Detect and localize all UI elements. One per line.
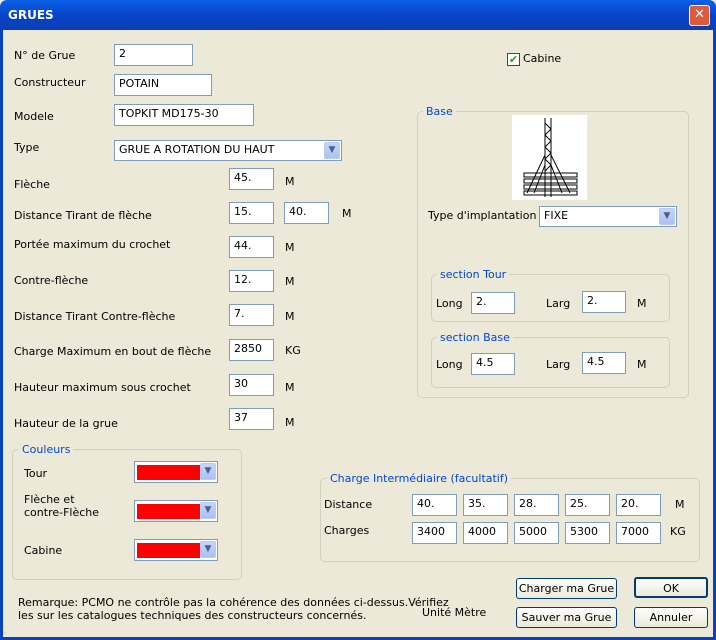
- crane-number-input[interactable]: 2: [114, 44, 193, 66]
- save-crane-button[interactable]: Sauver ma Grue: [516, 607, 617, 628]
- tower-section-unit: M: [637, 297, 647, 310]
- cancel-button[interactable]: Annuler: [634, 607, 708, 628]
- chevron-down-icon[interactable]: ▼: [200, 463, 216, 480]
- tip-load-input[interactable]: 2850: [229, 339, 274, 361]
- remark-line-1: Remarque: PCMO ne contrôle pas la cohére…: [18, 596, 449, 609]
- base-group-title: Base: [423, 105, 456, 118]
- tower-long-input[interactable]: 2.: [471, 292, 515, 314]
- title-bar: [0, 0, 716, 30]
- charges-unit: KG: [670, 525, 686, 538]
- type-select[interactable]: GRUE A ROTATION DU HAUT ▼: [114, 140, 342, 161]
- jib-tie-label: Distance Tirant de flèche: [14, 209, 152, 222]
- intermediate-load-title: Charge Intermédiaire (facultatif): [327, 472, 512, 485]
- crane-height-unit: M: [285, 416, 295, 429]
- type-select-value: GRUE A ROTATION DU HAUT: [119, 143, 275, 156]
- chevron-down-icon[interactable]: ▼: [659, 208, 675, 225]
- cabin-color-swatch: [137, 543, 200, 558]
- tower-long-label: Long: [436, 297, 463, 310]
- chevron-down-icon[interactable]: ▼: [200, 502, 216, 519]
- implant-type-value: FIXE: [544, 209, 569, 222]
- jib-tie-unit: M: [342, 207, 352, 220]
- base-section-unit: M: [637, 358, 647, 371]
- crane-number-label: N° de Grue: [14, 49, 76, 62]
- base-larg-input[interactable]: 4.5: [582, 352, 626, 374]
- chevron-down-icon[interactable]: ▼: [200, 541, 216, 558]
- type-label: Type: [14, 141, 40, 154]
- ok-button[interactable]: OK: [634, 577, 708, 598]
- model-input[interactable]: TOPKIT MD175-30: [114, 104, 254, 126]
- reach-input[interactable]: 44.: [229, 236, 274, 258]
- colors-group-title: Couleurs: [19, 443, 74, 456]
- tip-load-label: Charge Maximum en bout de flèche: [14, 345, 212, 358]
- cabin-color-select[interactable]: ▼: [134, 539, 218, 561]
- jib-label: Flèche: [14, 178, 50, 191]
- distance-unit: M: [675, 498, 685, 511]
- tip-load-unit: KG: [285, 344, 301, 357]
- base-larg-label: Larg: [546, 358, 571, 371]
- base-section-title: section Base: [437, 331, 513, 344]
- charge-input-2[interactable]: 4000: [463, 522, 508, 544]
- maker-label: Constructeur: [14, 76, 86, 89]
- unit-text: Unité Mètre: [422, 606, 487, 619]
- chevron-down-icon[interactable]: ▼: [324, 142, 340, 159]
- cabin-color-label: Cabine: [24, 544, 63, 557]
- cabin-checkbox-label: Cabine: [523, 52, 562, 65]
- jib-tie-input-1[interactable]: 15.: [229, 202, 274, 224]
- close-button[interactable]: ✕: [689, 5, 710, 26]
- jib-unit: M: [285, 175, 295, 188]
- checkmark-icon: ✔: [508, 53, 519, 66]
- crane-height-label: Hauteur de la grue: [14, 417, 118, 430]
- crane-base-image: [512, 115, 587, 200]
- hook-height-unit: M: [285, 381, 295, 394]
- charge-input-3[interactable]: 5000: [514, 522, 559, 544]
- counter-jib-unit: M: [285, 275, 295, 288]
- tower-color-label: Tour: [24, 467, 48, 480]
- maker-input[interactable]: POTAIN: [114, 74, 212, 96]
- tower-section-title: section Tour: [437, 268, 510, 281]
- remark-line-2: les sur les catalogues techniques des co…: [18, 609, 367, 622]
- model-label: Modele: [14, 110, 54, 123]
- jib-color-select[interactable]: ▼: [134, 500, 218, 522]
- tower-color-swatch: [137, 465, 200, 480]
- window-title: GRUES: [8, 8, 54, 22]
- charge-input-4[interactable]: 5300: [565, 522, 610, 544]
- cabin-checkbox[interactable]: ✔: [507, 53, 520, 66]
- distance-input-1[interactable]: 40.: [412, 494, 457, 516]
- jib-input[interactable]: 45.: [229, 168, 274, 190]
- counter-jib-input[interactable]: 12.: [229, 270, 274, 292]
- base-long-label: Long: [436, 358, 463, 371]
- implant-type-select[interactable]: FIXE ▼: [539, 206, 677, 227]
- counter-tie-input[interactable]: 7.: [229, 304, 274, 326]
- distance-input-3[interactable]: 28.: [514, 494, 559, 516]
- counter-jib-label: Contre-flèche: [14, 274, 89, 287]
- charge-input-1[interactable]: 3400: [412, 522, 457, 544]
- implant-type-label: Type d'implantation: [428, 209, 537, 222]
- tower-larg-input[interactable]: 2.: [582, 291, 626, 313]
- distance-label: Distance: [324, 498, 373, 511]
- intermediate-load-group: [320, 478, 700, 562]
- jib-color-swatch: [137, 504, 200, 519]
- tower-color-select[interactable]: ▼: [134, 461, 218, 483]
- distance-input-2[interactable]: 35.: [463, 494, 508, 516]
- jib-color-label-2: contre-Flèche: [24, 506, 100, 519]
- load-crane-button[interactable]: Charger ma Grue: [516, 578, 617, 599]
- counter-tie-unit: M: [285, 310, 295, 323]
- tower-larg-label: Larg: [546, 297, 571, 310]
- reach-unit: M: [285, 241, 295, 254]
- reach-label: Portée maximum du crochet: [14, 238, 171, 251]
- distance-input-4[interactable]: 25.: [565, 494, 610, 516]
- counter-tie-label: Distance Tirant Contre-flèche: [14, 310, 176, 323]
- charges-label: Charges: [324, 524, 370, 537]
- hook-height-label: Hauteur maximum sous crochet: [14, 381, 191, 394]
- jib-color-label-1: Flèche et: [24, 493, 75, 506]
- crane-height-input[interactable]: 37: [229, 408, 274, 430]
- jib-tie-input-2[interactable]: 40.: [284, 202, 329, 224]
- close-icon: ✕: [694, 7, 705, 22]
- base-long-input[interactable]: 4.5: [471, 353, 515, 375]
- hook-height-input[interactable]: 30: [229, 374, 274, 396]
- charge-input-5[interactable]: 7000: [616, 522, 661, 544]
- distance-input-5[interactable]: 20.: [616, 494, 661, 516]
